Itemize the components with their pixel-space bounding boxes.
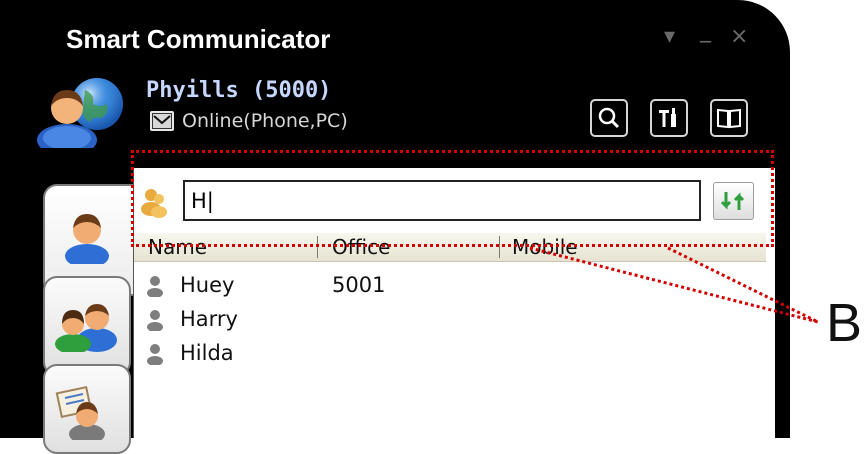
annotation-label: B <box>826 293 863 353</box>
annotation-pointer-lines <box>529 246 819 324</box>
